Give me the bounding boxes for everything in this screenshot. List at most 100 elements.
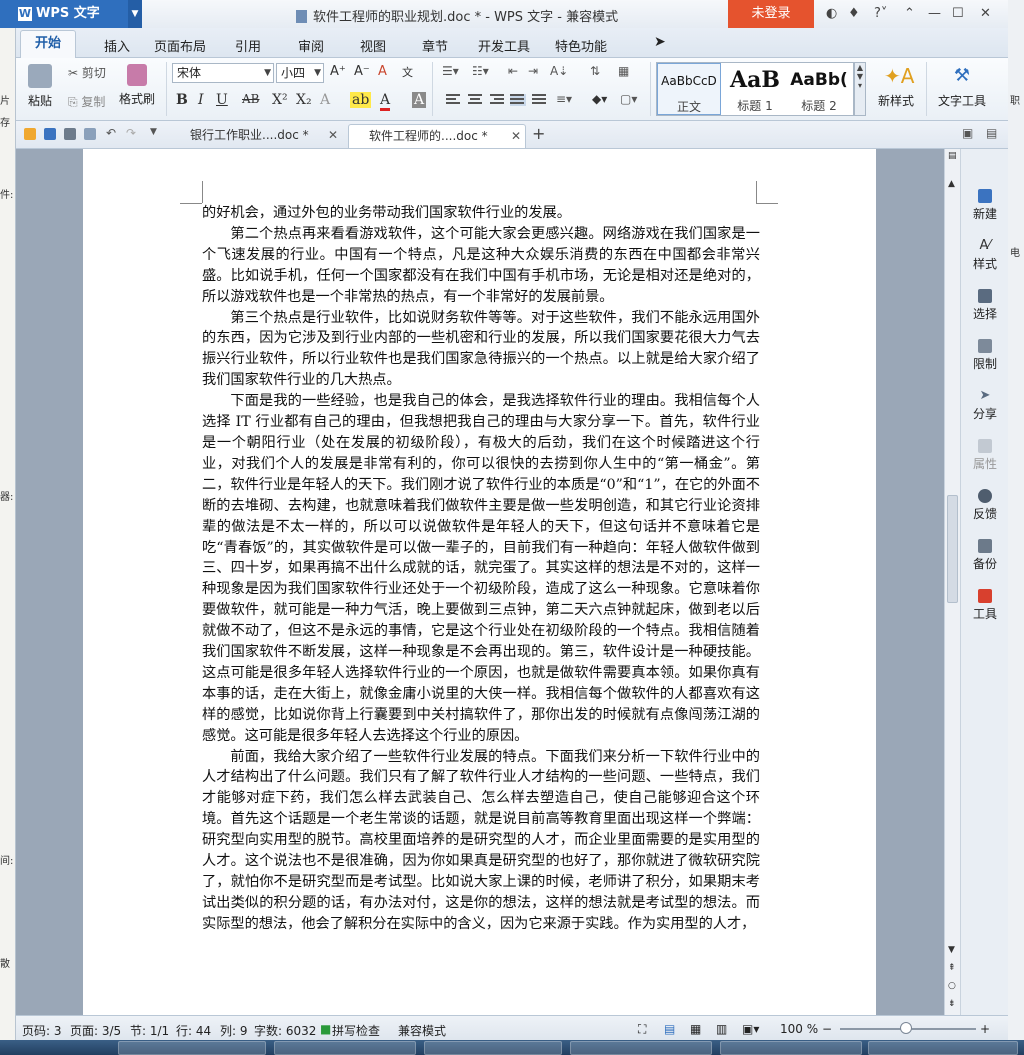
sort-icon[interactable]: ⇅ (590, 64, 600, 78)
tab-features[interactable]: 特色功能 (555, 36, 607, 55)
close-icon[interactable]: ✕ (980, 6, 991, 21)
vertical-scrollbar[interactable]: ▤ ▲ ▼ ⇞ ○ ⇟ (944, 149, 960, 1015)
zoom-in-icon[interactable]: + (980, 1022, 990, 1036)
side-backup-button[interactable]: 备份 (961, 539, 1009, 572)
browse-object-icon[interactable]: ○ (948, 981, 956, 991)
copy-button[interactable]: ⎘ 复制 (68, 93, 105, 110)
zoom-level[interactable]: 100 % (780, 1022, 818, 1036)
bold-button[interactable]: B (176, 92, 188, 108)
side-restrict-button[interactable]: 限制 (961, 339, 1009, 372)
text-effect-icon[interactable]: A (320, 92, 330, 108)
outline-view-icon[interactable]: ▦ (690, 1022, 701, 1036)
side-style-button[interactable]: A⁄ 样式 (961, 239, 1009, 272)
paragraph-shading-icon[interactable]: ◆▾ (592, 92, 607, 106)
style-normal[interactable]: AaBbCcD 正文 (657, 63, 721, 115)
taskbar-item[interactable] (274, 1041, 416, 1055)
scroll-thumb[interactable] (947, 495, 958, 603)
scroll-down-icon[interactable]: ▼ (948, 945, 955, 955)
status-page[interactable]: 页码: 3 (22, 1022, 62, 1039)
zoom-out-icon[interactable]: − (822, 1022, 832, 1036)
taskbar-item[interactable] (720, 1041, 862, 1055)
char-shading-icon[interactable]: A (412, 92, 427, 108)
skin-icon[interactable]: ◐ (826, 6, 837, 21)
justify-icon[interactable] (510, 94, 526, 106)
decrease-indent-icon[interactable]: ⇤ (508, 64, 518, 78)
align-center-icon[interactable] (468, 94, 484, 106)
status-word-count[interactable]: 字数: 6032 (254, 1022, 316, 1039)
font-color-button[interactable]: A (380, 92, 391, 111)
side-new-button[interactable]: 新建 (961, 189, 1009, 222)
redo-icon[interactable]: ↷ (126, 126, 136, 140)
format-painter-button[interactable]: 格式刷 (116, 64, 158, 107)
collapse-ribbon-icon[interactable]: ⌃ (904, 6, 915, 21)
tab-layout[interactable]: 页面布局 (154, 36, 206, 55)
ruler-toggle-icon[interactable]: ▤ (948, 151, 957, 161)
close-icon[interactable]: ✕ (328, 124, 338, 146)
prev-page-icon[interactable]: ⇞ (948, 963, 956, 973)
side-select-button[interactable]: 选择 (961, 289, 1009, 322)
help-icon[interactable]: ?˅ (874, 6, 887, 21)
text-direction-icon[interactable]: A⇣ (550, 64, 568, 78)
side-feedback-button[interactable]: 反馈 (961, 489, 1009, 522)
pinyin-icon[interactable]: 文 (402, 64, 413, 80)
tab-references[interactable]: 引用 (235, 36, 261, 55)
taskbar-item[interactable] (570, 1041, 712, 1055)
tab-nav-icon[interactable]: ▤ (986, 126, 997, 140)
highlight-icon[interactable]: ab (350, 92, 372, 108)
bullets-icon[interactable]: ☰▾ (442, 64, 459, 78)
undo-icon[interactable]: ↶ (106, 126, 116, 140)
side-properties-button[interactable]: 属性 (961, 439, 1009, 472)
side-share-button[interactable]: ➤ 分享 (961, 389, 1009, 422)
reading-view-icon[interactable]: ▣▾ (742, 1022, 759, 1036)
scroll-up-icon[interactable]: ▲ (948, 179, 955, 189)
align-right-icon[interactable] (490, 94, 506, 106)
shirt-icon[interactable]: ♦ (848, 6, 860, 21)
grow-font-icon[interactable]: A⁺ (330, 64, 346, 79)
taskbar-item[interactable] (118, 1041, 266, 1055)
close-icon[interactable]: ✕ (511, 125, 521, 147)
doc-tab-bank[interactable]: 银行工作职业....doc * ✕ (170, 124, 342, 148)
subscript-button[interactable]: X₂ (296, 92, 312, 108)
document-page[interactable]: 的好机会，通过外包的业务带动我们国家软件行业的发展。 第二个热点再来看看游戏软件… (83, 149, 876, 1015)
clear-format-icon[interactable]: A (378, 64, 387, 79)
tab-insert[interactable]: 插入 (104, 36, 130, 55)
doc-tab-software[interactable]: 软件工程师的....doc * ✕ (348, 124, 526, 148)
open-icon[interactable] (24, 128, 36, 140)
print-preview-icon[interactable] (84, 128, 96, 140)
font-size-select[interactable]: 小四 ▼ (276, 63, 324, 83)
numbering-icon[interactable]: ☷▾ (472, 64, 489, 78)
web-view-icon[interactable]: ▥ (716, 1022, 727, 1036)
document-body[interactable]: 的好机会，通过外包的业务带动我们国家软件行业的发展。 第二个热点再来看看游戏软件… (202, 203, 760, 935)
line-spacing-icon[interactable]: ≡▾ (556, 92, 572, 106)
shrink-font-icon[interactable]: A⁻ (354, 64, 370, 79)
italic-button[interactable]: I (198, 92, 204, 108)
login-button[interactable]: 未登录 (728, 0, 814, 28)
paste-button[interactable]: 粘贴 (22, 64, 58, 109)
increase-indent-icon[interactable]: ⇥ (528, 64, 538, 78)
tab-home[interactable]: 开始 (20, 30, 76, 58)
align-left-icon[interactable] (446, 94, 462, 106)
taskbar-item[interactable] (868, 1041, 1018, 1055)
text-tools-button[interactable]: ⚒ 文字工具 (932, 64, 992, 109)
qat-dropdown-icon[interactable]: ▼ (150, 127, 157, 137)
zoom-slider-handle[interactable] (900, 1022, 912, 1034)
font-name-select[interactable]: 宋体 ▼ (172, 63, 274, 83)
cut-button[interactable]: ✂ 剪切 (68, 64, 106, 81)
tab-developer[interactable]: 开发工具 (478, 36, 530, 55)
minimize-icon[interactable]: — (928, 6, 941, 21)
tab-list-icon[interactable]: ▣ (962, 126, 973, 140)
page-view-icon[interactable]: ▤ (664, 1022, 675, 1036)
borders-icon[interactable]: ▢▾ (620, 92, 637, 106)
table-icon[interactable]: ▦ (618, 64, 629, 78)
print-icon[interactable] (64, 128, 76, 140)
style-gallery-scroll[interactable]: ▲ ▼ ▾ (854, 62, 866, 116)
tab-review[interactable]: 审阅 (298, 36, 324, 55)
style-heading-1[interactable]: AaB 标题 1 (723, 63, 787, 115)
tab-view[interactable]: 视图 (360, 36, 386, 55)
new-style-button[interactable]: ✦A 新样式 (870, 64, 922, 109)
side-tools-button[interactable]: 工具 (961, 589, 1009, 622)
superscript-button[interactable]: X² (272, 92, 288, 108)
strikethrough-button[interactable]: AB (242, 92, 259, 106)
spellcheck-toggle[interactable]: 拼写检查 (332, 1022, 380, 1039)
maximize-icon[interactable]: ☐ (952, 6, 964, 21)
